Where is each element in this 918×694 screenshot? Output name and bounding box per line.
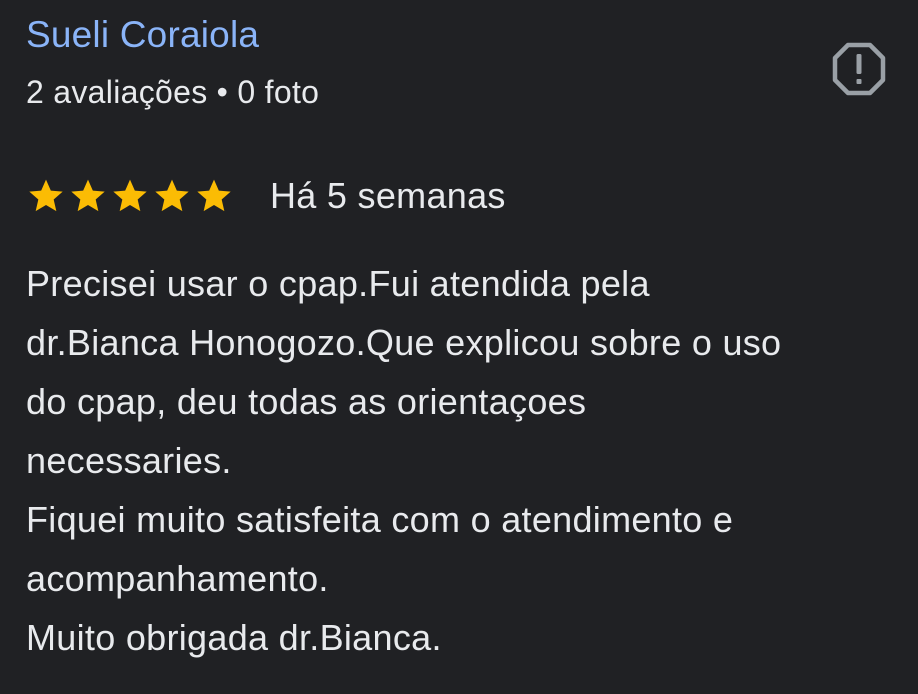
star-icon	[197, 179, 231, 212]
star-icon	[71, 179, 105, 212]
review-text-line: Muito obrigada dr.Bianca.	[26, 617, 442, 658]
review-text-line: acompanhamento.	[26, 558, 329, 599]
review-date: Há 5 semanas	[270, 175, 506, 216]
reviewer-meta: 2 avaliações • 0 foto	[26, 74, 320, 110]
review-text-line: Precisei usar o cpap.Fui atendida pela	[26, 263, 650, 304]
star-icon	[155, 179, 189, 212]
rating-row: Há 5 semanas	[26, 172, 506, 220]
review-text-line: dr.Bianca Honogozo.Que explicou sobre o …	[26, 322, 782, 363]
review-text-line: do cpap, deu todas as orientaçoes	[26, 381, 587, 422]
report-icon[interactable]	[832, 42, 886, 96]
review-card: Sueli Coraiola 2 avaliações • 0 foto Há …	[0, 0, 918, 694]
star-icon	[29, 179, 63, 212]
star-rating	[26, 176, 234, 216]
review-text-line: necessaries.	[26, 440, 232, 481]
star-icon	[113, 179, 147, 212]
reviewer-name[interactable]: Sueli Coraiola	[26, 12, 259, 58]
review-text-line: Fiquei muito satisfeita com o atendiment…	[26, 499, 734, 540]
review-text: Precisei usar o cpap.Fui atendida pela d…	[26, 254, 906, 667]
